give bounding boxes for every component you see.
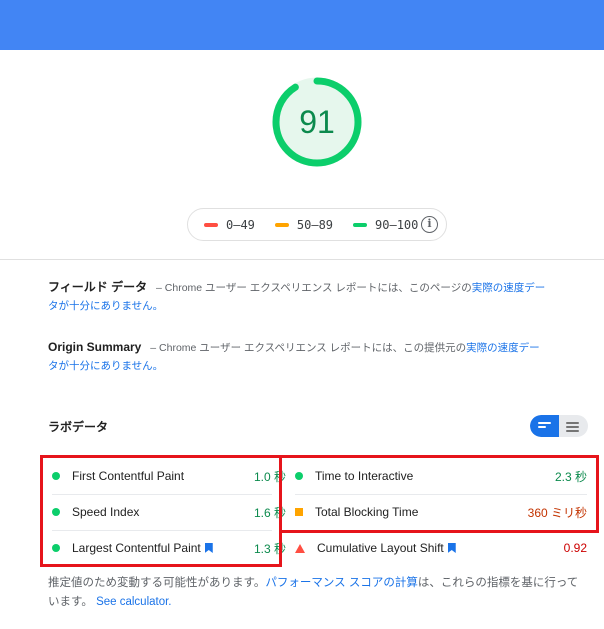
footnote: 推定値のため変動する可能性があります。パフォーマンス スコアの計算は、これらの指…	[48, 574, 588, 612]
legend-swatch-average	[274, 222, 289, 227]
performance-score-gauge: 91	[271, 76, 363, 168]
highlight-box-right	[282, 455, 599, 533]
legend-item-average: 50–89	[274, 217, 334, 232]
legend-swatch-fail	[204, 222, 218, 227]
toggle-compact-view[interactable]	[530, 415, 559, 437]
field-data-title: フィールド データ	[48, 280, 148, 294]
expanded-view-icon[interactable]	[566, 422, 579, 434]
metric-label-text: Cumulative Layout Shift	[317, 541, 444, 555]
origin-summary-text: – Chrome ユーザー エクスペリエンス レポートには、この提供元の	[147, 342, 467, 354]
metric-label: Cumulative Layout Shift	[317, 541, 564, 555]
performance-score: 91	[299, 104, 335, 140]
info-icon[interactable]: i	[421, 216, 438, 233]
legend-label-fail: 0–49	[226, 217, 255, 232]
metric-value: 0.92	[563, 541, 587, 555]
field-data-text: – Chrome ユーザー エクスペリエンス レポートには、このページの	[153, 282, 472, 294]
origin-summary-section: Origin Summary – Chrome ユーザー エクスペリエンス レポ…	[48, 338, 550, 375]
origin-summary-title: Origin Summary	[48, 340, 142, 354]
lab-data-title: ラボデータ	[48, 420, 109, 434]
bookmark-icon	[447, 543, 456, 553]
footnote-text: 推定値のため変動する可能性があります。	[48, 577, 266, 589]
performance-score-calculation-link[interactable]: パフォーマンス スコアの計算	[265, 577, 417, 589]
legend-item-pass: 90–100	[353, 218, 418, 232]
highlight-box-left	[40, 455, 282, 567]
legend-label-average: 50–89	[296, 217, 334, 232]
metrics-view-toggle[interactable]	[530, 415, 588, 437]
field-data-section: フィールド データ – Chrome ユーザー エクスペリエンス レポートには、…	[48, 278, 550, 315]
compact-view-icon	[538, 422, 551, 430]
score-legend: 0–49 50–89 90–100 i	[187, 208, 447, 241]
top-bar	[0, 0, 604, 50]
legend-item-fail: 0–49	[204, 218, 255, 232]
metric-cumulative-layout-shift: Cumulative Layout Shift 0.92	[295, 530, 587, 566]
see-calculator-link[interactable]: See calculator.	[96, 596, 171, 608]
legend-label-pass: 90–100	[375, 217, 419, 232]
fail-indicator-icon	[295, 543, 305, 553]
legend-swatch-pass	[353, 222, 368, 227]
section-divider	[0, 259, 604, 260]
